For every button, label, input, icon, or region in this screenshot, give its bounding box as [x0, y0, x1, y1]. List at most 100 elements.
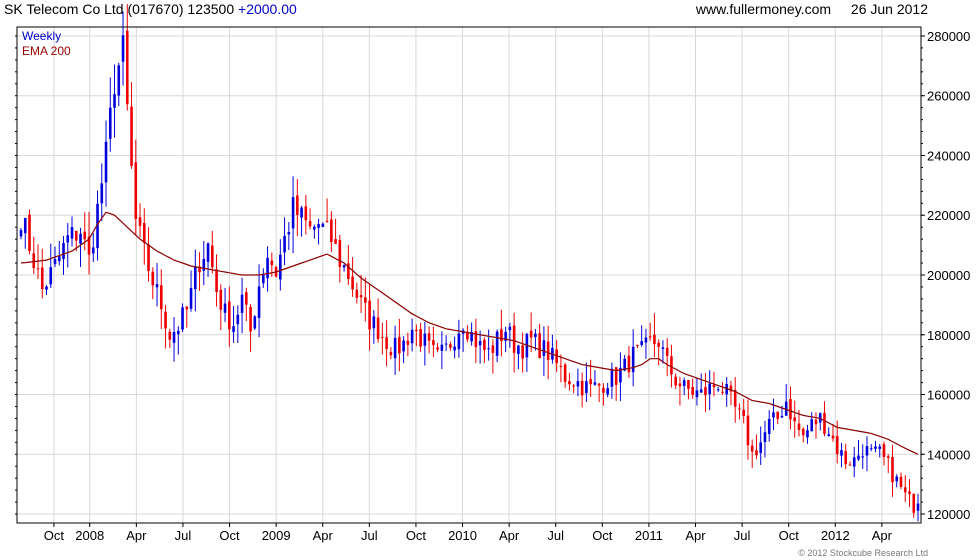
candle-body	[308, 221, 312, 227]
candle-body	[125, 30, 129, 105]
candle-body	[266, 257, 269, 279]
candle-body	[104, 141, 108, 183]
candle-body	[852, 457, 856, 467]
candle-body	[478, 341, 482, 346]
candle-body	[36, 268, 40, 270]
price-chart: 120000 140000 160000 180000 200000 220000 2400…	[15, 4, 970, 543]
candle-body	[164, 311, 167, 329]
y-tick-label: 240000	[927, 148, 970, 163]
candle-body	[721, 391, 724, 393]
candle-body	[538, 333, 541, 359]
x-tick-label: Apr	[313, 528, 334, 543]
candle-body	[457, 333, 461, 350]
candle-body	[142, 222, 146, 243]
x-tick-label: Apr	[685, 528, 706, 543]
candle-body	[291, 197, 295, 229]
y-tick-label: 280000	[927, 29, 970, 44]
candle-body	[597, 383, 601, 386]
candle-body	[270, 260, 274, 266]
candle-body	[844, 451, 848, 465]
candle-body	[763, 432, 767, 443]
candle-body	[351, 276, 354, 290]
candle-body	[793, 417, 797, 422]
candle-body	[262, 274, 265, 284]
candle-body	[500, 329, 503, 342]
candle-body	[767, 418, 771, 434]
candle-body	[848, 464, 852, 466]
candle-body	[746, 415, 750, 446]
candle-body	[444, 343, 448, 345]
candle-body	[648, 336, 652, 338]
candle-body	[23, 218, 27, 234]
candle-body	[151, 271, 155, 286]
candle-body	[640, 341, 643, 346]
candle-body	[325, 221, 329, 223]
candle-body	[79, 233, 82, 244]
candle-body	[449, 344, 452, 348]
candle-body	[827, 434, 831, 436]
candle-body	[831, 435, 835, 439]
candle-body	[181, 307, 184, 330]
candle-body	[687, 380, 690, 389]
candle-body	[440, 344, 444, 351]
candle-body	[330, 219, 333, 243]
candle-body	[364, 297, 367, 303]
candle-body	[342, 265, 346, 268]
candle-body	[283, 235, 286, 253]
candle-body	[716, 389, 720, 391]
candle-body	[19, 230, 23, 237]
candle-body	[49, 267, 53, 285]
candle-body	[895, 476, 899, 482]
candle-body	[28, 214, 31, 252]
candle-body	[206, 243, 210, 262]
candle-body	[487, 348, 490, 350]
candle-body	[563, 364, 567, 382]
x-tick-label: Oct	[219, 528, 240, 543]
candle-body	[627, 355, 631, 373]
candle-body	[368, 300, 371, 330]
candle-body	[491, 345, 495, 353]
candle-body	[381, 336, 384, 338]
candle-body	[568, 381, 571, 385]
candle-body	[83, 231, 87, 240]
candle-body	[576, 381, 580, 387]
candle-body	[410, 329, 414, 344]
candle-body	[483, 339, 486, 350]
candle-body	[359, 295, 363, 298]
candle-body	[869, 448, 873, 450]
candle-body	[916, 503, 920, 511]
candle-body	[657, 342, 660, 347]
candle-body	[113, 94, 116, 108]
candle-body	[134, 162, 138, 219]
candle-body	[130, 106, 133, 166]
candle-body	[74, 230, 78, 241]
candle-body	[117, 65, 121, 96]
candle-body	[653, 334, 656, 345]
candle-body	[899, 476, 903, 487]
x-tick-label: Apr	[872, 528, 893, 543]
candle-body	[121, 35, 125, 62]
candle-body	[806, 430, 809, 438]
candle-body	[517, 345, 520, 355]
candle-body	[100, 183, 104, 204]
candle-body	[334, 239, 337, 244]
x-tick-label: 2012	[821, 528, 850, 543]
candle-body	[240, 294, 244, 313]
candle-body	[53, 259, 57, 265]
x-tick-label: Apr	[499, 528, 520, 543]
candle-body	[823, 412, 826, 434]
candle-body	[62, 242, 65, 260]
candle-body	[759, 442, 763, 453]
candle-body	[912, 493, 916, 513]
candle-body	[742, 409, 746, 416]
candle-body	[57, 255, 61, 262]
candle-body	[415, 329, 418, 332]
candle-body	[661, 347, 665, 349]
x-tick-label: Jul	[175, 528, 192, 543]
y-tick-label: 200000	[927, 268, 970, 283]
candle-body	[750, 445, 754, 452]
candle-body	[678, 383, 682, 387]
candle-body	[304, 206, 308, 221]
candle-body	[682, 380, 686, 386]
candle-body	[674, 376, 677, 386]
